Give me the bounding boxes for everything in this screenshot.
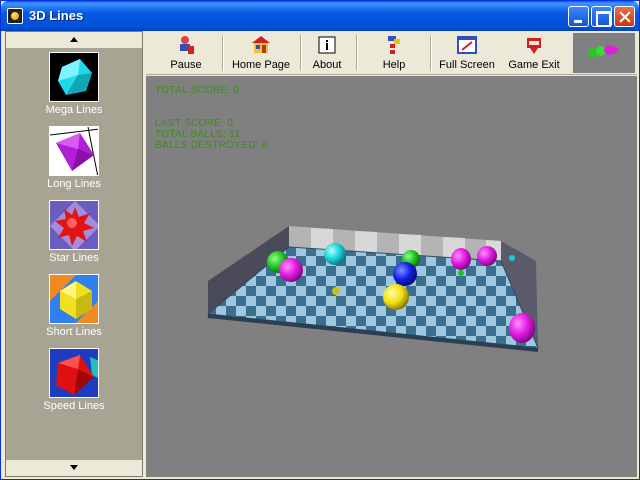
home-page-label: Home Page: [231, 59, 291, 71]
full-screen-button[interactable]: Full Screen: [436, 33, 498, 73]
home-page-button[interactable]: Home Page: [228, 33, 294, 73]
about-icon: [317, 35, 337, 55]
maximize-button[interactable]: [591, 6, 612, 27]
cyan-ball-small[interactable]: [509, 255, 515, 261]
pause-icon: [176, 35, 196, 55]
help-button[interactable]: Help: [374, 33, 414, 73]
pause-label: Pause: [170, 59, 202, 71]
cyan-ball[interactable]: [324, 243, 346, 265]
magenta-ball[interactable]: [279, 258, 303, 282]
close-button[interactable]: [614, 6, 635, 27]
sidebar-item-label: Short Lines: [46, 326, 102, 338]
sidebar-item-long-lines[interactable]: Long Lines: [28, 126, 120, 190]
sidebar-item-speed-lines[interactable]: Speed Lines: [28, 348, 120, 412]
sidebar-item-label: Long Lines: [47, 178, 101, 190]
yellow-cube-icon: [49, 274, 99, 324]
balls-logo-icon: [588, 45, 619, 58]
exit-icon: [524, 35, 544, 55]
magenta-ball[interactable]: [477, 246, 497, 266]
yellow-ball[interactable]: [383, 284, 409, 310]
game-exit-button[interactable]: Game Exit: [506, 33, 562, 73]
arrow-down-icon: [70, 465, 78, 470]
game-board-area[interactable]: TOTAL SCORE: 0 LAST SCORE: 0 TOTAL BALLS…: [146, 76, 637, 477]
yellow-ball-small[interactable]: [332, 287, 340, 295]
sidebar-item-mega-lines[interactable]: Mega Lines: [28, 52, 120, 116]
game-exit-label: Game Exit: [508, 59, 560, 71]
app-window: 3D Lines Mega Lines Long Lines Star Line…: [0, 0, 640, 480]
toolbar: Pause Home Page About Help Full Screen G…: [146, 31, 637, 75]
arrow-up-icon: [70, 37, 78, 42]
game-mode-sidebar: Mega Lines Long Lines Star Lines Short L…: [5, 31, 143, 477]
full-screen-label: Full Screen: [439, 59, 495, 71]
red-star-icon: [49, 200, 99, 250]
toolbar-separator: [300, 35, 302, 71]
help-icon: [384, 35, 404, 55]
balls-logo: [573, 33, 635, 73]
about-label: About: [312, 59, 342, 71]
sidebar-scroll-up-button[interactable]: [6, 32, 142, 48]
window-title: 3D Lines: [29, 8, 84, 23]
red-cube-icon: [49, 348, 99, 398]
toolbar-separator: [222, 35, 224, 71]
title-bar[interactable]: 3D Lines: [1, 1, 639, 31]
sidebar-item-star-lines[interactable]: Star Lines: [28, 200, 120, 264]
cyan-cube-icon: [49, 52, 99, 102]
sidebar-scroll-down-button[interactable]: [6, 460, 142, 476]
fullscreen-icon: [457, 35, 477, 55]
pause-button[interactable]: Pause: [156, 33, 216, 73]
sidebar-item-short-lines[interactable]: Short Lines: [28, 274, 120, 338]
sidebar-item-label: Star Lines: [49, 252, 99, 264]
toolbar-separator: [430, 35, 432, 71]
blue-ball[interactable]: [393, 262, 417, 286]
minimize-button[interactable]: [568, 6, 589, 27]
home-icon: [251, 35, 271, 55]
app-icon[interactable]: [7, 8, 23, 24]
about-button[interactable]: About: [306, 33, 348, 73]
magenta-ball[interactable]: [451, 248, 471, 270]
toolbar-separator: [356, 35, 358, 71]
sidebar-item-label: Mega Lines: [45, 104, 103, 116]
purple-cube-icon: [49, 126, 99, 176]
green-ball-small[interactable]: [458, 270, 464, 276]
sidebar-item-label: Speed Lines: [43, 400, 105, 412]
help-label: Help: [382, 59, 406, 71]
magenta-ball[interactable]: [509, 313, 535, 343]
3d-board[interactable]: [146, 76, 637, 477]
